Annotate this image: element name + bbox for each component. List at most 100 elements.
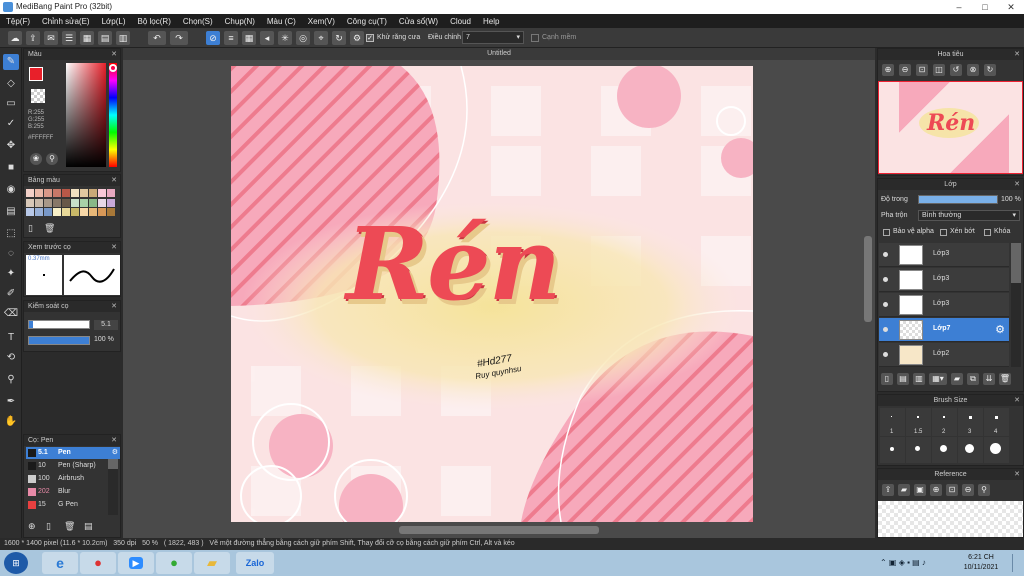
palette-swatch[interactable] — [89, 189, 97, 197]
close-icon[interactable]: ✕ — [1014, 179, 1020, 190]
palette-swatch[interactable] — [107, 198, 115, 207]
eye-icon[interactable] — [883, 277, 888, 282]
edge-checkbox[interactable] — [531, 34, 539, 42]
document-tab[interactable]: Untitled — [123, 48, 875, 60]
eyedropper-icon[interactable]: ⚲ — [46, 153, 58, 165]
palette-swatch[interactable] — [44, 208, 52, 217]
undo-icon[interactable]: ↶ — [148, 31, 166, 45]
fit-icon[interactable]: ⊡ — [946, 484, 958, 496]
rotate-right-icon[interactable]: ↻ — [984, 64, 996, 76]
new-page-icon[interactable]: ▯ — [28, 223, 40, 235]
menu-view[interactable]: Xem(V) — [308, 17, 335, 26]
snap-off-icon[interactable]: ⊘ — [206, 31, 220, 45]
layer-item[interactable]: Lớp3 — [879, 268, 1009, 292]
fill-rect-tool-icon[interactable]: ■ — [3, 160, 19, 176]
folder-icon[interactable]: ▰ — [951, 373, 963, 385]
folder-icon[interactable]: ▰ — [898, 484, 910, 496]
blend-mode-select[interactable]: Bình thường ▾ — [918, 210, 1020, 221]
zalo-icon[interactable]: Zalo — [236, 552, 274, 574]
palette-swatch[interactable] — [62, 198, 70, 207]
radial-snap-icon[interactable]: ✳ — [278, 31, 292, 45]
rotate-snap-icon[interactable]: ↻ — [332, 31, 346, 45]
curve-snap-icon[interactable]: ⌖ — [314, 31, 328, 45]
eye-icon[interactable] — [883, 252, 888, 257]
layer-item[interactable]: Lớp2 — [879, 343, 1009, 367]
palette-swatch[interactable] — [71, 198, 79, 207]
menu-file[interactable]: Tệp(F) — [6, 17, 30, 26]
gear-icon[interactable]: ⚙ — [995, 323, 1005, 336]
chat-icon[interactable]: ☰ — [62, 31, 76, 45]
eye-icon[interactable] — [883, 352, 888, 357]
brush-item[interactable]: 15 G Pen — [26, 499, 120, 511]
horizontal-scrollbar[interactable] — [399, 526, 599, 534]
palette-swatch[interactable] — [26, 198, 34, 207]
brush-size-cell[interactable] — [932, 437, 957, 463]
palette-icon[interactable]: ❀ — [30, 153, 42, 165]
palette-swatch[interactable] — [89, 198, 97, 207]
palette-swatch[interactable] — [53, 208, 61, 217]
saturation-value-picker[interactable] — [66, 63, 106, 167]
layer-scrollbar[interactable] — [1011, 243, 1021, 367]
file-explorer-icon[interactable]: ▰ — [194, 552, 230, 574]
palette-swatch[interactable] — [80, 198, 88, 207]
close-icon[interactable]: ✕ — [111, 49, 117, 60]
magic-wand-icon[interactable]: ✦ — [3, 266, 19, 282]
eye-icon[interactable] — [883, 327, 888, 332]
palette-swatch[interactable] — [80, 189, 88, 197]
delete-layer-icon[interactable]: 🗑 — [999, 373, 1011, 385]
brush-item[interactable]: 100 Airbrush — [26, 473, 120, 485]
palette-swatch[interactable] — [107, 189, 115, 197]
brush-size-value[interactable]: 5.1 — [94, 320, 118, 330]
circle-snap-icon[interactable]: ◎ — [296, 31, 310, 45]
brush-size-cell[interactable] — [906, 437, 931, 463]
palette-swatch[interactable] — [35, 208, 43, 217]
move-tool-icon[interactable]: ✥ — [3, 138, 19, 154]
close-icon[interactable]: ✕ — [111, 242, 117, 253]
brush-size-cell[interactable]: 3 — [958, 408, 983, 436]
layout-icon[interactable]: ▤ — [98, 31, 112, 45]
select-tool-icon[interactable]: ⬚ — [3, 226, 19, 242]
antialias-checkbox[interactable]: ✓ — [366, 34, 374, 42]
close-icon[interactable]: ✕ — [1014, 469, 1020, 480]
palette-swatch[interactable] — [71, 208, 79, 217]
palette-swatch[interactable] — [89, 208, 97, 217]
palette-swatch[interactable] — [98, 198, 106, 207]
grid-snap-icon[interactable]: ▦ — [242, 31, 256, 45]
gradient-tool-icon[interactable]: ▤ — [3, 204, 19, 220]
brush-size-cell[interactable]: 4 — [984, 408, 1009, 436]
new-1bit-layer-icon[interactable]: ▦▾ — [929, 373, 947, 385]
menu-tools[interactable]: Công cụ(T) — [347, 17, 387, 26]
zoom-in-icon[interactable]: ⊕ — [882, 64, 894, 76]
artwork-canvas[interactable]: Rén #Hd277 Ruy quynhsu — [231, 66, 753, 522]
rotate-left-icon[interactable]: ↺ — [950, 64, 962, 76]
brush-size-cell[interactable] — [984, 437, 1009, 463]
start-button[interactable]: ⊞ — [4, 552, 28, 574]
pen-nib-tool-icon[interactable]: ✒ — [3, 394, 19, 410]
clip-checkbox[interactable] — [940, 229, 947, 236]
palette-swatch[interactable] — [35, 198, 43, 207]
menu-window[interactable]: Cửa sổ(W) — [399, 17, 438, 26]
ie-icon[interactable]: e — [42, 552, 78, 574]
select-pen-icon[interactable]: ✐ — [3, 286, 19, 302]
reference-view[interactable] — [878, 501, 1023, 537]
menu-snap[interactable]: Chụp(N) — [225, 17, 255, 26]
brush-tool-icon[interactable]: ✎ — [3, 54, 19, 70]
new-layer-icon[interactable]: ▯ — [881, 373, 893, 385]
fit-icon[interactable]: ⊡ — [916, 64, 928, 76]
brush-item[interactable]: 10 Pen (Sharp) — [26, 460, 120, 472]
text-tool-icon[interactable]: T — [3, 330, 19, 346]
show-desktop-button[interactable] — [1012, 554, 1022, 572]
menu-select[interactable]: Chọn(S) — [183, 17, 213, 26]
menu-help[interactable]: Help — [483, 17, 499, 26]
close-icon[interactable]: ✕ — [111, 175, 117, 186]
palette-swatch[interactable] — [62, 189, 70, 197]
palette-swatch[interactable] — [107, 208, 115, 217]
brush-settings-icon[interactable]: ▤ — [84, 521, 96, 533]
brush-size-cell[interactable]: 2 — [932, 408, 957, 436]
palette-swatch[interactable] — [26, 189, 34, 197]
bucket-tool-icon[interactable]: ◉ — [3, 182, 19, 198]
upload-icon[interactable]: ⇪ — [882, 484, 894, 496]
palette-swatch[interactable] — [80, 208, 88, 217]
actual-size-icon[interactable]: ◫ — [933, 64, 945, 76]
grid-icon[interactable]: ▦ — [80, 31, 94, 45]
